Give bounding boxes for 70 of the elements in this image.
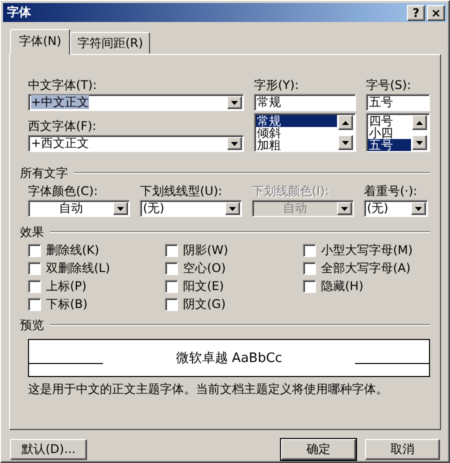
checkbox-label: 小型大写字母(M) (321, 242, 413, 259)
tab[interactable]: 字体(N) (10, 29, 70, 55)
window-title: 字体 (7, 4, 32, 21)
input-field[interactable]: 常规 (254, 94, 356, 111)
preview-sample: 微软卓越 AaBbCc (174, 350, 284, 367)
close-button[interactable]: × (427, 4, 445, 20)
section-title: 预览 (20, 316, 44, 334)
scroll-up-button[interactable] (338, 115, 353, 130)
field-label: 下划线颜色(I): (252, 183, 330, 200)
checkbox-label: 空心(O) (183, 260, 226, 277)
checkbox-label: 阴影(W) (183, 242, 228, 259)
checkbox[interactable] (165, 298, 178, 311)
down-arrow-icon (117, 206, 124, 210)
field-label: 着重号(·): (364, 183, 418, 200)
dialog-button[interactable]: 取消 (365, 439, 440, 460)
dropdown[interactable]: (无) (364, 200, 428, 217)
up-arrow-icon (416, 120, 423, 124)
preview-note: 这是用于中文的正文主题字体。当前文档主题定义将使用哪种字体。 (28, 381, 389, 398)
tab[interactable]: 字符间距(R) (70, 32, 150, 54)
dialog-button[interactable]: 确定 (281, 439, 356, 460)
checkbox-label: 下标(B) (46, 296, 88, 313)
field-label: 西文字体(F): (28, 118, 98, 135)
input-field[interactable]: 五号 (366, 94, 430, 111)
list-item[interactable]: 四号 (368, 115, 411, 127)
default-button[interactable]: 默认(D)... (10, 439, 87, 460)
checkbox[interactable] (303, 244, 316, 257)
checkbox-label: 阳文(E) (183, 278, 224, 295)
checkbox-label: 隐藏(H) (321, 278, 364, 295)
checkbox-label: 双删除线(L) (46, 260, 110, 277)
list-item[interactable]: 倾斜 (256, 127, 337, 139)
field-label: 中文字体(T): (28, 77, 98, 94)
checkbox[interactable] (165, 244, 178, 257)
checkbox[interactable] (303, 280, 316, 293)
scroll-up-button[interactable] (412, 115, 427, 130)
checkbox-label: 阴文(G) (183, 296, 226, 313)
field-label: 字体颜色(C): (28, 183, 99, 200)
down-arrow-icon (229, 206, 236, 210)
down-arrow-icon (341, 206, 348, 210)
checkbox[interactable] (28, 262, 41, 275)
field-label: 下划线线型(U): (140, 183, 224, 200)
checkbox[interactable] (28, 244, 41, 257)
checkbox[interactable] (303, 262, 316, 275)
list-item[interactable]: 常规 (256, 115, 337, 127)
dropdown[interactable]: +中文正文 (28, 94, 244, 111)
list-item[interactable]: 加粗 (256, 139, 337, 151)
checkbox[interactable] (165, 280, 178, 293)
down-arrow-icon (415, 206, 422, 210)
scroll-down-button[interactable] (412, 135, 427, 150)
checkbox[interactable] (28, 280, 41, 293)
list-item[interactable]: 五号 (368, 139, 411, 151)
field-label: 字形(Y): (254, 77, 300, 94)
checkbox[interactable] (165, 262, 178, 275)
down-arrow-icon (342, 140, 349, 144)
section-title: 效果 (20, 224, 44, 240)
down-arrow-icon (416, 140, 423, 144)
section-title: 所有文字 (20, 164, 68, 182)
dropdown[interactable]: (无) (140, 200, 242, 217)
checkbox-label: 删除线(K) (46, 242, 100, 259)
checkbox-label: 上标(P) (46, 278, 87, 295)
field-label: 字号(S): (366, 77, 412, 94)
scroll-down-button[interactable] (338, 135, 353, 150)
down-arrow-icon (231, 142, 238, 146)
checkbox-label: 全部大写字母(A) (321, 260, 411, 277)
checkbox[interactable] (28, 298, 41, 311)
dropdown[interactable]: +西文正文 (28, 135, 244, 152)
up-arrow-icon (342, 120, 349, 124)
down-arrow-icon (231, 100, 238, 104)
list-item[interactable]: 小四 (368, 127, 411, 139)
dropdown[interactable]: 自动 (28, 200, 130, 217)
help-button[interactable]: ? (407, 4, 425, 20)
